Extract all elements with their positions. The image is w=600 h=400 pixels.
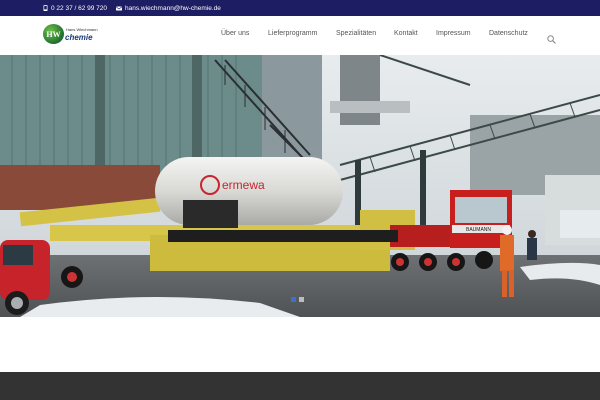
logo-mark: HW — [43, 24, 64, 44]
logo-brand: chemie — [65, 33, 93, 42]
phone-icon — [43, 5, 48, 11]
slider-dot[interactable] — [291, 297, 296, 302]
hero-image: ermewa BAUMANN — [0, 55, 600, 317]
slider-pagination — [291, 297, 307, 302]
tank-label: ermewa — [222, 178, 265, 192]
slider-dot[interactable] — [299, 297, 304, 302]
search-icon — [547, 35, 556, 44]
phone-contact[interactable]: 0 22 37 / 62 99 720 — [43, 5, 107, 12]
nav-item-lieferprogramm[interactable]: Lieferprogramm — [268, 30, 317, 37]
truck-label: BAUMANN — [466, 227, 491, 233]
phone-number: 0 22 37 / 62 99 720 — [51, 4, 108, 12]
logo-name: Hans Wiechmann — [66, 27, 98, 32]
top-bar: 0 22 37 / 62 99 720 hans.wiechmann@hw-ch… — [0, 0, 600, 16]
site-footer — [0, 372, 600, 400]
hero-slider[interactable]: ermewa BAUMANN — [0, 55, 600, 317]
site-header: HW Hans Wiechmann chemie Über uns Liefer… — [0, 16, 600, 54]
nav-item-impressum[interactable]: Impressum — [436, 30, 471, 37]
nav-item-kontakt[interactable]: Kontakt — [394, 30, 418, 37]
email-contact[interactable]: hans.wiechmann@hw-chemie.de — [116, 5, 221, 12]
nav-item-spezialitaeten[interactable]: Spezialitäten — [336, 30, 376, 37]
search-button[interactable] — [547, 31, 556, 49]
email-address: hans.wiechmann@hw-chemie.de — [125, 4, 221, 12]
site-logo[interactable]: HW Hans Wiechmann chemie — [43, 24, 103, 48]
nav-item-ueber-uns[interactable]: Über uns — [221, 30, 249, 37]
envelope-icon — [116, 6, 123, 10]
nav-item-datenschutz[interactable]: Datenschutz — [489, 30, 528, 37]
